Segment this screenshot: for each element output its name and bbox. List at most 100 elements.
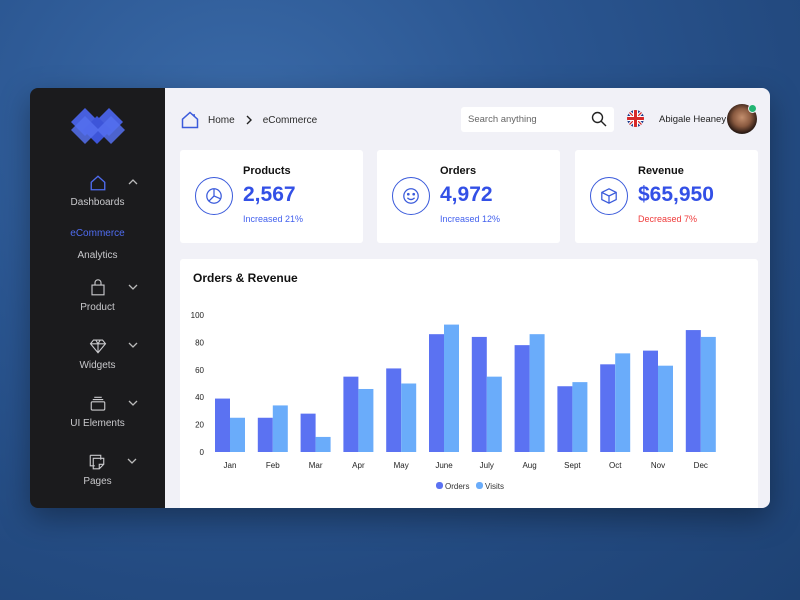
legend-swatch-visits (476, 482, 483, 489)
bar-visits (401, 383, 417, 452)
sidebar-item-label: Widgets (79, 360, 116, 371)
stat-value: 2,567 (243, 183, 296, 206)
bar-orders (386, 368, 402, 452)
x-tick-label: Jan (224, 461, 237, 470)
app-window: Dashboards eCommerce Analytics Product W… (30, 88, 770, 508)
pages-icon (90, 454, 105, 470)
layers-icon (90, 396, 105, 411)
search-icon[interactable] (591, 111, 607, 127)
chevron-down-icon[interactable] (127, 339, 139, 351)
sidebar-item-label: Dashboards (70, 197, 125, 208)
chevron-up-icon[interactable] (127, 176, 139, 188)
sidebar-subitem-ecommerce[interactable]: eCommerce (70, 228, 124, 239)
sidebar-item-label: Pages (83, 476, 112, 487)
box-icon (590, 177, 628, 215)
chevron-down-icon[interactable] (127, 397, 139, 409)
stat-card-orders: Orders 4,972 Increased 12% (377, 150, 560, 243)
x-tick-label: Nov (651, 461, 665, 470)
sidebar-subitem-analytics[interactable]: Analytics (77, 250, 117, 261)
stat-card-revenue: Revenue $65,950 Decreased 7% (575, 150, 758, 243)
home-icon[interactable] (180, 110, 200, 130)
orders-revenue-chart-card: Orders & Revenue 0 20 40 60 80 100 Jan Feb Mar Ap… (180, 259, 758, 508)
orders-revenue-chart: 0 20 40 60 80 100 Jan Feb Mar Apr May June July Aug Se… (191, 311, 716, 491)
y-tick-label: 100 (191, 311, 205, 320)
sidebar-item-ui-elements[interactable]: UI Elements (70, 393, 137, 429)
bar-orders (514, 345, 530, 452)
top-bar: Home eCommerce Search anything Abigale H… (165, 88, 770, 150)
online-status-dot (748, 104, 757, 113)
bar-visits (700, 336, 716, 452)
bar-visits (529, 334, 545, 452)
search-placeholder: Search anything (468, 114, 537, 125)
user-name[interactable]: Abigale Heaney (659, 114, 726, 125)
breadcrumb-home[interactable]: Home (208, 115, 235, 126)
bar-orders (600, 364, 616, 452)
x-tick-label: May (394, 461, 409, 470)
breadcrumb: Home eCommerce (180, 110, 317, 130)
bar-visits (486, 376, 502, 452)
pie-chart-icon (195, 177, 233, 215)
stat-title: Revenue (638, 165, 684, 177)
stat-title: Orders (440, 165, 477, 177)
bar-orders (685, 330, 701, 452)
bar-visits (272, 405, 288, 452)
x-tick-label: July (480, 461, 494, 470)
legend-swatch-orders (436, 482, 443, 489)
sidebar-item-label: UI Elements (70, 418, 125, 429)
bar-orders (215, 398, 230, 452)
bar-orders (257, 417, 273, 452)
stat-delta: Increased 12% (440, 214, 501, 224)
y-tick-label: 80 (195, 338, 204, 347)
logo[interactable] (70, 108, 125, 144)
sidebar-item-pages[interactable]: Pages (83, 451, 137, 487)
main-content: Home eCommerce Search anything Abigale H… (165, 88, 770, 508)
legend-label-visits: Visits (485, 482, 504, 491)
x-tick-label: Feb (266, 461, 280, 470)
bar-visits (572, 382, 588, 452)
bar-orders (429, 334, 444, 452)
x-tick-label: Mar (309, 461, 323, 470)
y-tick-label: 20 (195, 421, 204, 430)
bar-visits (615, 353, 631, 452)
chevron-down-icon[interactable] (126, 455, 138, 467)
search-input[interactable]: Search anything (461, 107, 614, 132)
bar-visits (315, 436, 331, 452)
stat-title: Products (243, 165, 291, 177)
bar-orders (557, 386, 573, 452)
bar-visits (444, 324, 459, 452)
x-tick-label: Aug (522, 461, 536, 470)
stat-value: $65,950 (638, 183, 714, 206)
x-tick-label: Dec (694, 461, 708, 470)
sidebar-item-label: Product (80, 302, 115, 313)
smiley-icon (392, 177, 430, 215)
x-tick-label: Oct (609, 461, 622, 470)
bar-orders (300, 413, 316, 452)
x-tick-label: Sept (564, 461, 581, 470)
bar-visits (658, 365, 673, 452)
sidebar-item-dashboards[interactable]: Dashboards eCommerce Analytics (70, 172, 137, 261)
bar-orders (643, 350, 658, 452)
bar-orders (471, 336, 487, 452)
stat-card-products: Products 2,567 Increased 21% (180, 150, 363, 243)
y-tick-label: 60 (195, 366, 204, 375)
y-tick-label: 0 (200, 448, 205, 457)
legend-label-orders: Orders (445, 482, 469, 491)
sidebar: Dashboards eCommerce Analytics Product W… (30, 88, 165, 508)
x-tick-label: Apr (352, 461, 365, 470)
home-icon (90, 175, 105, 191)
y-tick-label: 40 (195, 393, 204, 402)
diamond-icon (89, 339, 106, 354)
uk-flag-icon[interactable] (627, 110, 644, 127)
chevron-down-icon[interactable] (127, 281, 139, 293)
bar-orders (343, 376, 359, 452)
sidebar-item-product[interactable]: Product (80, 277, 137, 313)
x-tick-label: June (435, 461, 453, 470)
chevron-right-icon (246, 115, 252, 125)
bar-visits (230, 417, 245, 452)
stat-delta: Decreased 7% (638, 214, 698, 224)
stat-delta: Increased 21% (243, 214, 304, 224)
sidebar-item-widgets[interactable]: Widgets (79, 335, 137, 371)
breadcrumb-current: eCommerce (262, 114, 318, 126)
bar-visits (358, 388, 374, 452)
chart-title: Orders & Revenue (193, 271, 298, 285)
